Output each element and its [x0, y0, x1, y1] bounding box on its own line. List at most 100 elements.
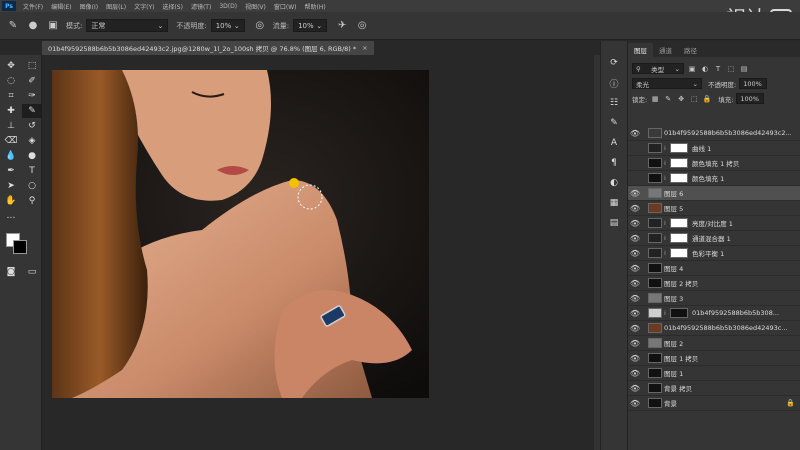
eye-icon[interactable]: 👁 [628, 339, 642, 348]
layer-row[interactable]: 👁 图层 2 [628, 336, 800, 351]
pressure-opacity-icon[interactable]: ◎ [253, 19, 267, 33]
menu-type[interactable]: 文字(Y) [130, 2, 158, 11]
layer-thumbnail[interactable] [648, 278, 662, 288]
layer-mask-thumbnail[interactable] [670, 233, 688, 243]
clone-stamp-tool-icon[interactable]: ⊥ [1, 119, 21, 133]
brushes-panel-icon[interactable]: ✎ [604, 115, 624, 131]
lasso-tool-icon[interactable]: ◌ [1, 74, 21, 88]
history-brush-tool-icon[interactable]: ↺ [22, 119, 42, 133]
pen-tool-icon[interactable]: ✒ [1, 164, 21, 178]
layer-thumbnail[interactable] [648, 398, 662, 408]
adjustments-panel-icon[interactable]: ◐ [604, 175, 624, 191]
eye-icon[interactable]: 👁 [628, 294, 642, 303]
pressure-size-icon[interactable]: ◎ [355, 19, 369, 33]
layer-mask-thumbnail[interactable] [670, 218, 688, 228]
layer-thumbnail[interactable] [648, 188, 662, 198]
layer-row[interactable]: 👁 背景 🔒 [628, 396, 800, 411]
info-panel-icon[interactable]: ⓘ [604, 75, 624, 91]
layer-row[interactable]: 👁 背景 拷贝 [628, 381, 800, 396]
tab-layers[interactable]: 图层 [628, 43, 653, 57]
eye-icon[interactable]: 👁 [628, 129, 642, 138]
character-panel-icon[interactable]: A [604, 135, 624, 151]
lock-all-icon[interactable]: 🔒 [702, 94, 712, 104]
eye-icon[interactable]: 👁 [628, 219, 642, 228]
screen-mode-icon[interactable]: ▭ [22, 265, 42, 279]
layer-thumbnail[interactable] [648, 128, 662, 138]
layer-name[interactable]: 图层 1 [664, 368, 683, 378]
layer-row[interactable]: 👁 图层 2 拷贝 [628, 276, 800, 291]
zoom-tool-icon[interactable]: ⚲ [22, 194, 42, 208]
path-select-tool-icon[interactable]: ➤ [1, 179, 21, 193]
fill-input[interactable]: 100% [736, 93, 765, 104]
layer-name[interactable]: 01b4f9592588b6b5b3086ed42493c2... [664, 129, 792, 137]
layer-row[interactable]: 👁 ⁞ 通道混合器 1 [628, 231, 800, 246]
layer-mask-thumbnail[interactable] [670, 173, 688, 183]
lock-transparent-icon[interactable]: ▦ [650, 94, 660, 104]
layer-row[interactable]: 👁⁞颜色填充 1 拷贝 [628, 156, 800, 171]
layer-row[interactable]: 👁 图层 5 [628, 201, 800, 216]
menu-view[interactable]: 视图(V) [241, 2, 270, 11]
layer-row[interactable]: 👁 图层 1 拷贝 [628, 351, 800, 366]
edit-toolbar-icon[interactable]: … [1, 209, 21, 223]
layer-name[interactable]: 图层 2 [664, 338, 683, 348]
styles-panel-icon[interactable]: ▤ [604, 215, 624, 231]
eye-icon[interactable]: 👁 [628, 249, 642, 258]
eye-icon[interactable]: 👁 [628, 234, 642, 243]
eye-icon[interactable]: 👁 [628, 204, 642, 213]
paragraph-panel-icon[interactable]: ¶ [604, 155, 624, 171]
swatches-panel-icon[interactable]: ▦ [604, 195, 624, 211]
tab-channels[interactable]: 通道 [653, 43, 678, 57]
healing-tool-icon[interactable]: ✚ [1, 104, 21, 118]
eye-icon[interactable]: 👁 [628, 189, 642, 198]
filter-adjust-icon[interactable]: ◐ [700, 64, 710, 74]
eye-icon[interactable]: 👁 [628, 399, 642, 408]
filter-pixel-icon[interactable]: ▣ [687, 64, 697, 74]
hand-tool-icon[interactable]: ✋ [1, 194, 21, 208]
brush-tool-icon[interactable]: ✎ [22, 104, 42, 118]
layer-thumbnail[interactable] [648, 353, 662, 363]
blend-mode-select[interactable]: 柔光 ⌄ [632, 78, 702, 89]
menu-image[interactable]: 图像(I) [76, 2, 102, 11]
crop-tool-icon[interactable]: ⌗ [1, 89, 21, 103]
flow-input[interactable]: 10% ⌄ [293, 19, 328, 32]
layer-thumbnail[interactable] [648, 233, 662, 243]
layer-row[interactable]: 👁 ⁞ 色彩平衡 1 [628, 246, 800, 261]
quick-select-tool-icon[interactable]: ✐ [22, 74, 42, 88]
layer-thumbnail[interactable] [648, 263, 662, 273]
layer-thumbnail[interactable] [648, 218, 662, 228]
layer-name[interactable]: 亮度/对比度 1 [692, 218, 733, 228]
opacity-input[interactable]: 10% ⌄ [210, 19, 245, 32]
properties-panel-icon[interactable]: ☷ [604, 95, 624, 111]
layer-thumbnail[interactable] [648, 308, 662, 318]
paint-bucket-tool-icon[interactable]: ◈ [22, 134, 42, 148]
eye-icon[interactable]: 👁 [628, 264, 642, 273]
layer-thumbnail[interactable] [648, 143, 662, 153]
marquee-tool-icon[interactable]: ⬚ [22, 59, 42, 73]
brush-panel-icon[interactable]: ▣ [46, 19, 60, 33]
mode-select[interactable]: 正常 ⌄ [86, 19, 169, 32]
lock-image-icon[interactable]: ✎ [663, 94, 673, 104]
layer-name[interactable]: 图层 2 拷贝 [664, 278, 698, 288]
layer-mask-thumbnail[interactable] [670, 308, 688, 318]
menu-filter[interactable]: 滤镜(T) [187, 2, 215, 11]
layer-row[interactable]: 👁 ⁞ 01b4f9592588b6b5b308... [628, 306, 800, 321]
layer-mask-thumbnail[interactable] [670, 158, 688, 168]
move-tool-icon[interactable]: ✥ [1, 59, 21, 73]
layer-thumbnail[interactable] [648, 368, 662, 378]
layer-name[interactable]: 曲线 1 [692, 143, 711, 153]
eye-icon[interactable]: 👁 [628, 144, 642, 153]
eye-icon[interactable]: 👁 [628, 174, 642, 183]
filter-smart-icon[interactable]: ▤ [739, 64, 749, 74]
eyedropper-tool-icon[interactable]: ✑ [22, 89, 42, 103]
layer-thumbnail[interactable] [648, 383, 662, 393]
layer-row[interactable]: 👁 图层 1 [628, 366, 800, 381]
layer-thumbnail[interactable] [648, 293, 662, 303]
layer-thumbnail[interactable] [648, 323, 662, 333]
quick-mask-icon[interactable]: ◙ [1, 265, 21, 279]
layer-thumbnail[interactable] [648, 338, 662, 348]
layer-row[interactable]: 👁 图层 3 [628, 291, 800, 306]
layer-name[interactable]: 图层 3 [664, 293, 683, 303]
layer-row[interactable]: 👁⁞颜色填充 1 [628, 171, 800, 186]
eye-icon[interactable]: 👁 [628, 324, 642, 333]
filter-type-icon[interactable]: T [713, 64, 723, 74]
